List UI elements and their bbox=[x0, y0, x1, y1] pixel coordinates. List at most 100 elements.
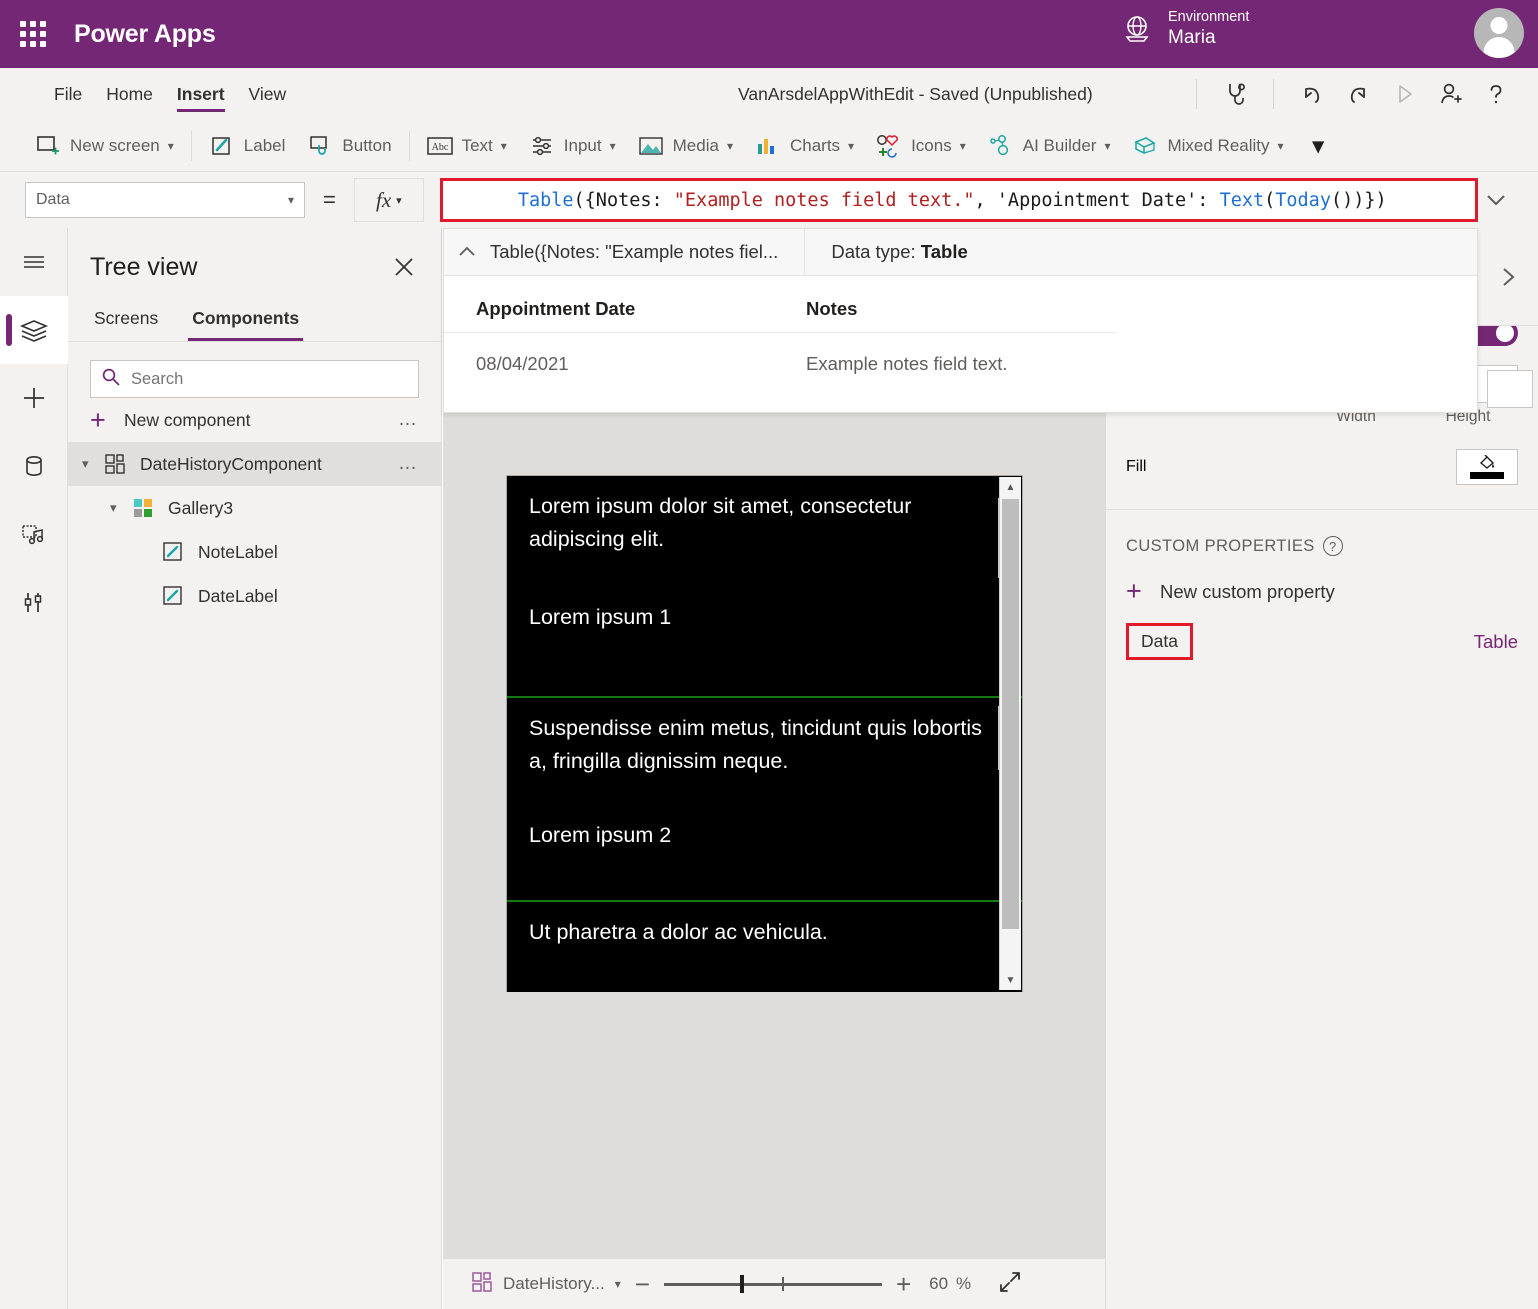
hidden-property-field[interactable] bbox=[1487, 370, 1533, 408]
button-icon bbox=[307, 133, 333, 159]
gallery-date-label: Lorem ipsum 2 bbox=[507, 779, 1022, 848]
ribbon-overflow-button[interactable]: ▾ bbox=[1295, 120, 1342, 172]
fit-to-screen-button[interactable] bbox=[997, 1269, 1023, 1300]
share-icon[interactable] bbox=[1428, 72, 1472, 116]
avatar[interactable] bbox=[1474, 8, 1524, 58]
zoom-unit: % bbox=[956, 1274, 971, 1294]
formula-token: Today bbox=[1275, 190, 1331, 211]
app-header: Power Apps Environment Maria bbox=[0, 0, 1538, 68]
menu-item-file[interactable]: File bbox=[42, 68, 94, 120]
menu-item-view[interactable]: View bbox=[237, 68, 299, 120]
scroll-thumb[interactable] bbox=[1002, 499, 1019, 929]
tree-node-datelabel[interactable]: DateLabel bbox=[68, 574, 441, 618]
ribbon-media[interactable]: Media ▾ bbox=[627, 120, 744, 172]
media-library-icon[interactable] bbox=[0, 500, 68, 568]
redo-icon[interactable] bbox=[1336, 72, 1380, 116]
environment-label: Environment bbox=[1168, 8, 1249, 26]
ribbon-label: Label bbox=[244, 136, 286, 156]
ribbon-mixed-reality[interactable]: Mixed Reality ▾ bbox=[1121, 120, 1294, 172]
help-circle-icon[interactable]: ? bbox=[1323, 536, 1343, 556]
insert-plus-icon[interactable] bbox=[0, 364, 68, 432]
advanced-tools-icon[interactable] bbox=[0, 568, 68, 636]
ribbon-label: Mixed Reality bbox=[1167, 136, 1269, 156]
ribbon-charts[interactable]: Charts ▾ bbox=[744, 120, 865, 172]
component-preview[interactable]: Lorem ipsum dolor sit amet, consectetur … bbox=[506, 475, 1023, 992]
gallery-icon bbox=[132, 496, 158, 520]
gallery-scrollbar[interactable]: ▲ ▼ bbox=[999, 477, 1021, 990]
menu-item-home[interactable]: Home bbox=[94, 68, 165, 120]
property-selector[interactable]: Data ▾ bbox=[25, 182, 305, 218]
hamburger-menu-icon[interactable] bbox=[0, 228, 68, 296]
properties-panel-collapse-button[interactable] bbox=[1478, 228, 1538, 326]
search-box[interactable] bbox=[90, 360, 419, 398]
custom-property-type[interactable]: Table bbox=[1474, 631, 1518, 653]
plus-icon: + bbox=[90, 407, 116, 434]
gallery-item[interactable]: Suspendisse enim metus, tincidunt quis l… bbox=[507, 698, 1022, 900]
menu-item-insert[interactable]: Insert bbox=[165, 68, 237, 120]
chevron-down-icon: ▾ bbox=[288, 193, 294, 207]
app-checker-icon[interactable] bbox=[1213, 72, 1257, 116]
chevron-down-icon: ▾ bbox=[615, 1277, 621, 1291]
zoom-out-button[interactable]: − bbox=[635, 1271, 650, 1297]
charts-icon bbox=[755, 133, 781, 159]
fill-label: Fill bbox=[1126, 458, 1146, 476]
chevron-down-icon: ▾ bbox=[727, 139, 733, 153]
chevron-down-icon[interactable]: ▾ bbox=[82, 456, 104, 472]
formula-bar[interactable]: Table({Notes: "Example notes field text.… bbox=[440, 178, 1478, 222]
cell-appointment-date: 08/04/2021 bbox=[476, 353, 806, 375]
tree-view-panel: Tree view Screens Components + New compo… bbox=[68, 228, 442, 1309]
formula-bar-expand-button[interactable] bbox=[1474, 178, 1518, 222]
environment-name: Maria bbox=[1168, 26, 1249, 50]
environment-selector[interactable]: Environment Maria bbox=[1120, 8, 1249, 50]
zoom-slider[interactable] bbox=[664, 1274, 882, 1294]
overflow-menu-icon[interactable]: … bbox=[398, 409, 419, 431]
ribbon-new-screen[interactable]: New screen ▾ bbox=[24, 120, 185, 172]
tab-components[interactable]: Components bbox=[188, 300, 303, 341]
new-component-button[interactable]: + New component … bbox=[68, 398, 441, 442]
new-custom-property-button[interactable]: + New custom property bbox=[1106, 566, 1538, 617]
divider bbox=[804, 229, 805, 276]
app-canvas[interactable]: Lorem ipsum dolor sit amet, consectetur … bbox=[443, 413, 1105, 1258]
ribbon-icons[interactable]: Icons ▾ bbox=[865, 120, 977, 172]
zoom-slider-handle[interactable] bbox=[740, 1275, 744, 1293]
preview-icon[interactable] bbox=[1382, 72, 1426, 116]
tree-node-notelabel[interactable]: NoteLabel bbox=[68, 530, 441, 574]
tree-node-datehistorycomponent[interactable]: ▾ DateHistoryComponent … bbox=[68, 442, 441, 486]
search-input[interactable] bbox=[131, 370, 408, 389]
close-icon[interactable] bbox=[387, 250, 421, 284]
divider bbox=[1196, 79, 1197, 109]
gallery-item[interactable]: Lorem ipsum dolor sit amet, consectetur … bbox=[507, 476, 1022, 696]
ribbon-input[interactable]: Input ▾ bbox=[518, 120, 627, 172]
zoom-in-button[interactable]: + bbox=[896, 1271, 911, 1297]
waffle-menu-icon[interactable] bbox=[18, 19, 48, 49]
gallery-item[interactable]: Ut pharetra a dolor ac vehicula. bbox=[507, 902, 1022, 992]
tree-node-gallery3[interactable]: ▾ Gallery3 bbox=[68, 486, 441, 530]
results-expression-preview: Table({Notes: "Example notes fiel... bbox=[490, 241, 778, 263]
scroll-down-arrow-icon[interactable]: ▼ bbox=[1000, 970, 1021, 990]
scroll-up-arrow-icon[interactable]: ▲ bbox=[1000, 477, 1021, 497]
overflow-menu-icon[interactable]: … bbox=[398, 453, 419, 475]
tab-screens[interactable]: Screens bbox=[90, 300, 162, 341]
chevron-down-icon[interactable]: ▾ bbox=[110, 500, 132, 516]
data-icon[interactable] bbox=[0, 432, 68, 500]
custom-property-name[interactable]: Data bbox=[1126, 623, 1193, 660]
column-header-appointment-date: Appointment Date bbox=[476, 298, 806, 320]
fx-button[interactable]: fx ▾ bbox=[354, 178, 424, 222]
help-icon[interactable] bbox=[1474, 72, 1518, 116]
formula-token: Text bbox=[1220, 190, 1265, 211]
tree-view-icon[interactable] bbox=[0, 296, 68, 364]
undo-icon[interactable] bbox=[1290, 72, 1334, 116]
chevron-down-icon: ▾ bbox=[1104, 139, 1110, 153]
chevron-up-icon[interactable] bbox=[444, 245, 490, 259]
selected-component-label: DateHistory... bbox=[503, 1274, 605, 1294]
divider bbox=[1273, 79, 1274, 109]
fill-color-button[interactable] bbox=[1456, 449, 1518, 485]
fx-label: fx bbox=[376, 188, 391, 213]
formula-token: Table bbox=[518, 190, 574, 211]
ribbon-label-item[interactable]: Label bbox=[198, 120, 297, 172]
ribbon-button-item[interactable]: Button bbox=[296, 120, 402, 172]
ribbon-text[interactable]: Abc Text ▾ bbox=[416, 120, 518, 172]
zoom-value: 60 bbox=[929, 1274, 948, 1294]
ribbon-ai-builder[interactable]: AI Builder ▾ bbox=[977, 120, 1122, 172]
selected-component-dropdown[interactable]: DateHistory... ▾ bbox=[471, 1271, 621, 1298]
